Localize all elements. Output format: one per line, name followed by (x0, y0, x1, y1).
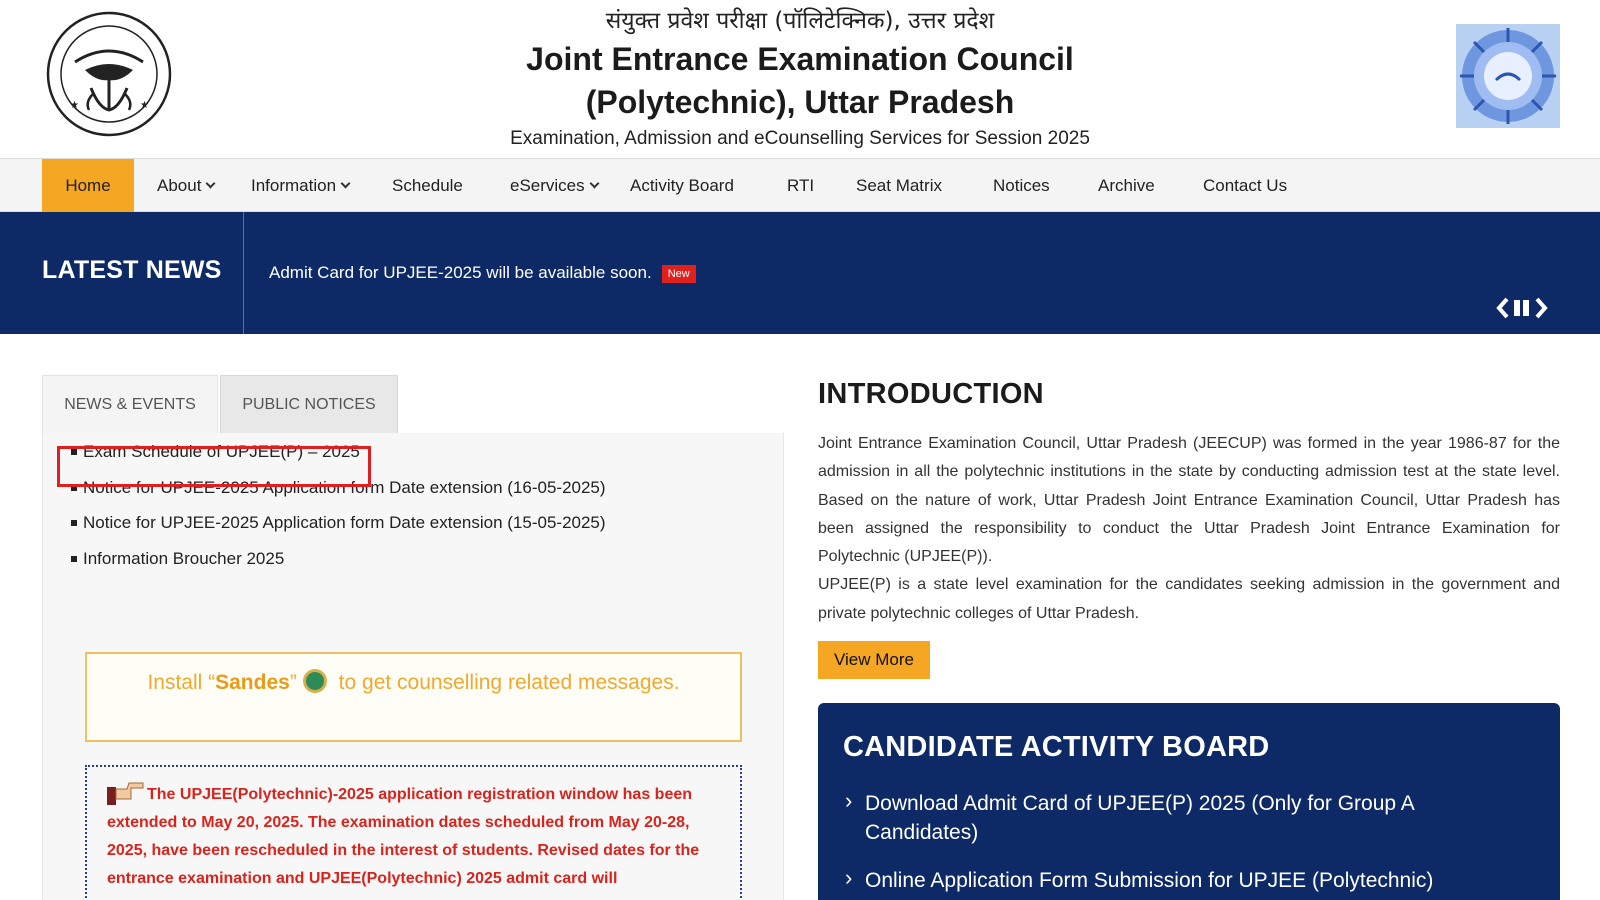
sandes-app-name: Sandes (215, 671, 290, 694)
nav-label: Contact Us (1203, 176, 1288, 195)
ticker-controls (1494, 296, 1552, 320)
site-title-line1: Joint Entrance Examination Council (526, 41, 1074, 77)
nav-label: RTI (787, 176, 815, 195)
sandes-rest: to get counselling related messages. (332, 671, 680, 694)
nav-label: Activity Board (630, 176, 734, 195)
nav-schedule[interactable]: Schedule (392, 159, 463, 212)
board-link-admit-card[interactable]: Download Admit Card of UPJEE(P) 2025 (On… (843, 786, 1523, 847)
site-title-line2: (Polytechnic), Uttar Pradesh (585, 84, 1015, 120)
nav-label: Information (251, 176, 337, 195)
view-more-button[interactable]: View More (818, 641, 930, 679)
nav-label: Seat Matrix (856, 176, 942, 195)
news-link-date-extension-15[interactable]: Notice for UPJEE-2025 Application form D… (63, 512, 606, 548)
nav-label: Home (65, 176, 111, 195)
intro-paragraph-2: UPJEE(P) is a state level examination fo… (818, 576, 1560, 622)
nav-notices[interactable]: Notices (993, 159, 1050, 212)
pause-icon[interactable] (1514, 300, 1529, 316)
jeec-logo-icon[interactable] (1456, 24, 1560, 128)
session-subtitle: Examination, Admission and eCounselling … (510, 128, 1090, 149)
main-navigation: Home About Information Schedule eService… (0, 158, 1600, 212)
intro-title: INTRODUCTION (818, 378, 1044, 410)
chevron-left-icon[interactable] (1494, 296, 1512, 320)
chevron-down-icon (589, 178, 600, 189)
nav-rti[interactable]: RTI (787, 159, 814, 212)
registration-notice: The UPJEE(Polytechnic)-2025 application … (85, 765, 742, 900)
board-list: Download Admit Card of UPJEE(P) 2025 (On… (843, 786, 1523, 900)
notice-text: The UPJEE(Polytechnic)-2025 application … (107, 786, 700, 887)
news-divider (243, 212, 244, 334)
intro-body: Joint Entrance Examination Council, Utta… (818, 430, 1560, 628)
nav-label: Notices (993, 176, 1050, 195)
latest-news-bar: LATEST NEWS Admit Card for UPJEE-2025 wi… (0, 212, 1600, 334)
news-ticker-text: Admit Card for UPJEE-2025 will be availa… (269, 263, 652, 282)
sandes-promo[interactable]: Install “Sandes” to get counselling rela… (85, 652, 742, 742)
nav-label: About (157, 176, 202, 195)
chevron-right-icon[interactable] (1534, 296, 1552, 320)
nav-label: Schedule (392, 176, 463, 195)
nav-eservices[interactable]: eServices (510, 159, 600, 212)
nav-activity-board[interactable]: Activity Board (630, 159, 734, 212)
pointing-hand-icon (107, 782, 144, 805)
up-government-seal-icon[interactable]: ★ ★ (45, 10, 173, 138)
latest-news-label: LATEST NEWS (42, 256, 222, 284)
news-ticker-item[interactable]: Admit Card for UPJEE-2025 will be availa… (269, 263, 696, 284)
nav-label: eServices (510, 176, 585, 195)
new-badge: New (661, 265, 696, 283)
site-header: ★ ★ संयुक्त प्रवेश परीक्षा (पॉलिटेक्निक)… (0, 0, 1600, 158)
sandes-quote: ” (289, 671, 297, 694)
svg-text:★: ★ (70, 100, 79, 111)
nav-home[interactable]: Home (42, 159, 134, 212)
sandes-prefix: Install “ (147, 671, 216, 694)
nav-seat-matrix[interactable]: Seat Matrix (856, 159, 942, 212)
candidate-activity-board: CANDIDATE ACTIVITY BOARD Download Admit … (818, 703, 1560, 900)
nav-label: Archive (1098, 176, 1155, 195)
red-highlight-annotation (57, 446, 371, 487)
svg-text:★: ★ (140, 100, 149, 111)
sandes-app-icon (302, 669, 327, 694)
board-title: CANDIDATE ACTIVITY BOARD (843, 731, 1270, 763)
nav-about[interactable]: About (157, 159, 216, 212)
nav-archive[interactable]: Archive (1098, 159, 1155, 212)
tab-news-events[interactable]: NEWS & EVENTS (42, 375, 218, 433)
board-link-online-application[interactable]: Online Application Form Submission for U… (843, 863, 1523, 895)
nav-information[interactable]: Information (251, 159, 351, 212)
tab-public-notices[interactable]: PUBLIC NOTICES (220, 375, 398, 433)
chevron-down-icon (205, 178, 216, 189)
news-link-information-broucher[interactable]: Information Broucher 2025 (63, 548, 606, 584)
nav-contact-us[interactable]: Contact Us (1203, 159, 1287, 212)
hindi-title: संयुक्त प्रवेश परीक्षा (पॉलिटेक्निक), उत… (605, 8, 995, 34)
chevron-down-icon (340, 178, 351, 189)
intro-paragraph-1: Joint Entrance Examination Council, Utta… (818, 435, 1560, 566)
header-titles: संयुक्त प्रवेश परीक्षा (पॉलिटेक्निक), उत… (400, 4, 1200, 152)
